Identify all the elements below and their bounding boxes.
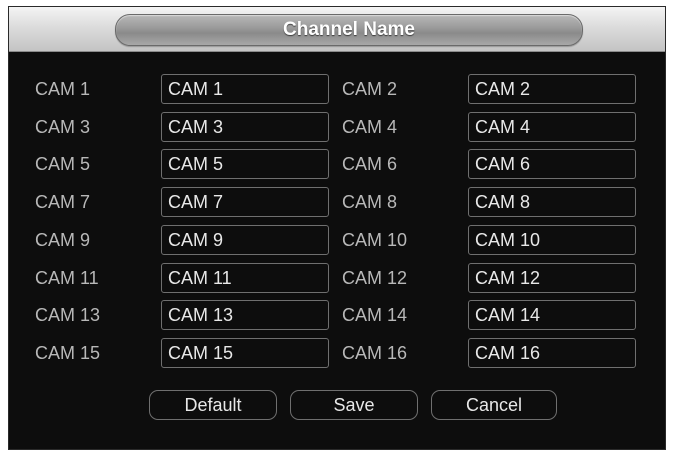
dialog-title: Channel Name	[283, 19, 415, 40]
channel-name-input[interactable]	[468, 263, 636, 293]
channel-label: CAM 12	[342, 268, 408, 288]
channel-label: CAM 6	[342, 154, 398, 174]
channel-name-input[interactable]	[161, 300, 329, 330]
channel-label: CAM 16	[342, 343, 408, 363]
channel-name-input[interactable]	[468, 149, 636, 179]
save-button[interactable]: Save	[290, 390, 418, 420]
channel-name-input[interactable]	[161, 263, 329, 293]
channel-label: CAM 11	[35, 268, 99, 288]
channel-name-input[interactable]	[468, 187, 636, 217]
channel-name-input[interactable]	[468, 74, 636, 104]
title-pill: Channel Name	[115, 14, 583, 46]
channel-name-input[interactable]	[468, 225, 636, 255]
channel-name-input[interactable]	[468, 300, 636, 330]
channel-label: CAM 4	[342, 117, 398, 137]
channel-name-input[interactable]	[161, 338, 329, 368]
channel-name-input[interactable]	[161, 112, 329, 142]
channel-name-input[interactable]	[161, 149, 329, 179]
default-button[interactable]: Default	[149, 390, 277, 420]
channel-name-input[interactable]	[468, 338, 636, 368]
channel-label: CAM 1	[35, 79, 91, 99]
channel-label: CAM 2	[342, 79, 398, 99]
channel-label: CAM 10	[342, 230, 408, 250]
channel-label: CAM 7	[35, 192, 91, 212]
channel-name-input[interactable]	[468, 112, 636, 142]
cancel-button[interactable]: Cancel	[431, 390, 557, 420]
title-bar: Channel Name	[9, 7, 665, 52]
channel-label: CAM 9	[35, 230, 91, 250]
channel-label: CAM 3	[35, 117, 91, 137]
channel-name-input[interactable]	[161, 225, 329, 255]
channel-label: CAM 15	[35, 343, 101, 363]
channel-label: CAM 8	[342, 192, 398, 212]
channel-name-dialog: Channel Name CAM 1 CAM 2 CAM 3 CAM 4 CAM 5 CA…	[8, 6, 666, 450]
channel-label: CAM 5	[35, 154, 91, 174]
channel-label: CAM 14	[342, 305, 408, 325]
channel-name-input[interactable]	[161, 74, 329, 104]
channel-name-input[interactable]	[161, 187, 329, 217]
channel-label: CAM 13	[35, 305, 101, 325]
